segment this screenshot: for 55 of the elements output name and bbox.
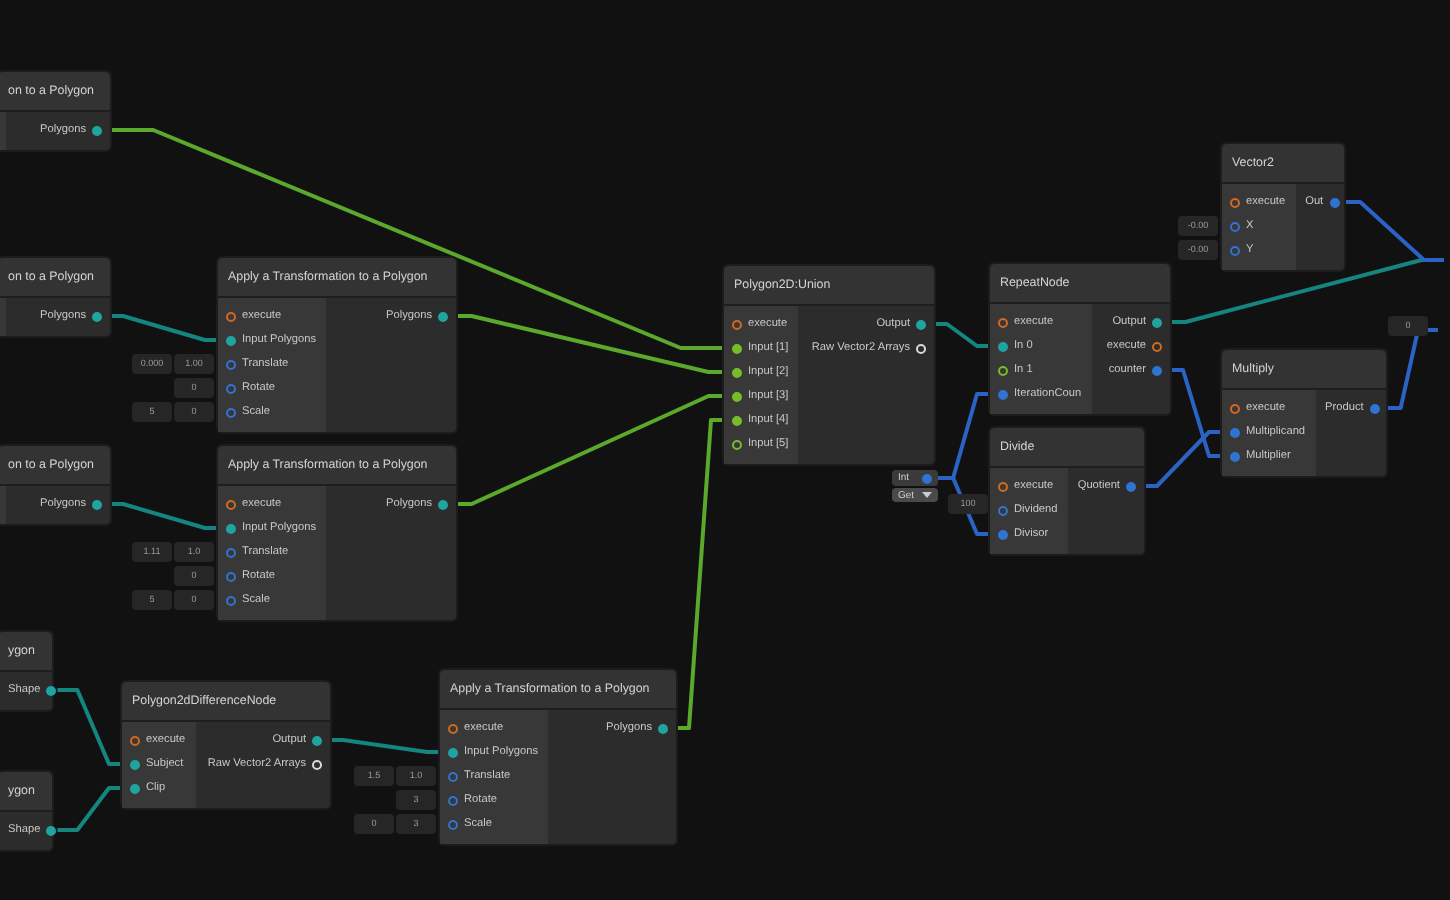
port-dot[interactable] bbox=[998, 481, 1008, 491]
port-dot[interactable] bbox=[226, 571, 236, 581]
port-dot[interactable] bbox=[732, 391, 742, 401]
port-dot[interactable] bbox=[226, 335, 236, 345]
port-dot[interactable] bbox=[46, 825, 57, 835]
port-dot[interactable] bbox=[226, 311, 236, 321]
port-dot[interactable] bbox=[46, 685, 57, 695]
port-dot[interactable] bbox=[1230, 427, 1240, 437]
port-dot[interactable] bbox=[226, 383, 236, 393]
port-dot[interactable] bbox=[1152, 317, 1162, 327]
port-dot[interactable] bbox=[92, 125, 102, 135]
port-dot[interactable] bbox=[998, 317, 1008, 327]
port-dot[interactable] bbox=[922, 473, 933, 483]
port-dot[interactable] bbox=[1230, 221, 1240, 231]
port-dot[interactable] bbox=[1230, 451, 1240, 461]
port-dot[interactable] bbox=[1329, 197, 1340, 207]
port-dot[interactable] bbox=[92, 499, 102, 509]
port-dot[interactable] bbox=[130, 783, 140, 793]
port-dot[interactable] bbox=[226, 359, 236, 369]
port-dot[interactable] bbox=[1152, 365, 1162, 375]
port-dot[interactable] bbox=[1152, 341, 1162, 351]
port-dot[interactable] bbox=[998, 505, 1008, 515]
port-dot[interactable] bbox=[1230, 403, 1240, 413]
port-dot[interactable] bbox=[226, 407, 236, 417]
port-dot[interactable] bbox=[448, 723, 458, 733]
port-dot[interactable] bbox=[998, 341, 1008, 351]
caret-icon bbox=[922, 492, 933, 498]
port-dot[interactable] bbox=[1230, 197, 1240, 207]
port-dot[interactable] bbox=[998, 389, 1008, 399]
port-dot[interactable] bbox=[92, 311, 102, 321]
port-dot[interactable] bbox=[226, 523, 236, 533]
port-dot[interactable] bbox=[448, 819, 458, 829]
port-dot[interactable] bbox=[732, 319, 742, 329]
port-dot[interactable] bbox=[998, 365, 1008, 375]
port-dot[interactable] bbox=[438, 311, 448, 321]
port-dot[interactable] bbox=[998, 529, 1008, 539]
port-dot[interactable] bbox=[732, 415, 742, 425]
port-dot[interactable] bbox=[438, 499, 448, 509]
port-dot[interactable] bbox=[1230, 245, 1240, 255]
port-dot[interactable] bbox=[732, 439, 742, 449]
port-dot[interactable] bbox=[732, 343, 742, 353]
port-dot[interactable] bbox=[916, 319, 926, 329]
port-dot[interactable] bbox=[448, 771, 458, 781]
port-dot[interactable] bbox=[130, 735, 140, 745]
port-dot[interactable] bbox=[1126, 481, 1136, 491]
port-dot[interactable] bbox=[658, 723, 668, 733]
port-dot[interactable] bbox=[312, 735, 322, 745]
port-dot[interactable] bbox=[448, 795, 458, 805]
port-dot[interactable] bbox=[448, 747, 458, 757]
port-dot[interactable] bbox=[226, 547, 236, 557]
port-dot[interactable] bbox=[226, 499, 236, 509]
port-dot[interactable] bbox=[732, 367, 742, 377]
port-dot[interactable] bbox=[226, 595, 236, 605]
port-dot[interactable] bbox=[1369, 403, 1380, 413]
port-dot[interactable] bbox=[130, 759, 140, 769]
